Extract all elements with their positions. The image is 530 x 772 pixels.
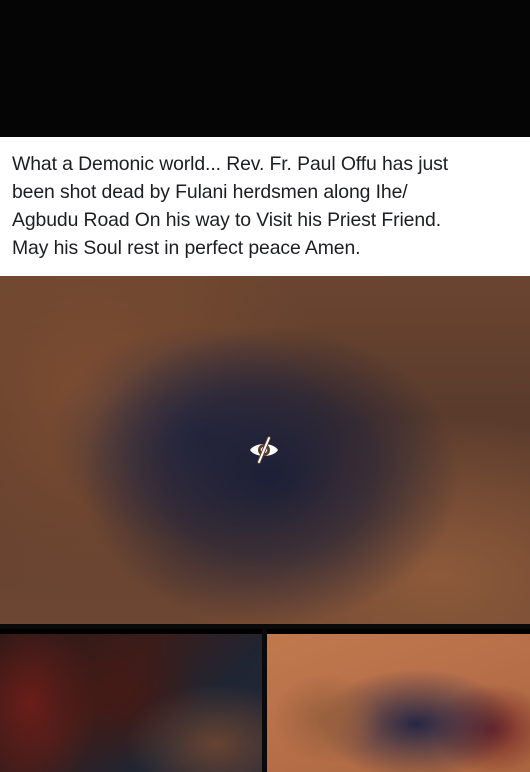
- thumbnail-left[interactable]: [0, 634, 262, 772]
- sensitive-content-photo[interactable]: [0, 276, 530, 629]
- thumbnail-right[interactable]: [267, 634, 530, 772]
- post-caption-line-2: been shot dead by Fulani herdsmen along …: [12, 181, 408, 203]
- post-caption-line-3: Agbudu Road On his way to Visit his Prie…: [12, 209, 441, 231]
- post-caption-line-4: May his Soul rest in perfect peace Amen.: [12, 237, 361, 259]
- post-caption-line-1: What a Demonic world... Rev. Fr. Paul Of…: [12, 153, 449, 175]
- top-black-bar: [0, 0, 530, 137]
- post-caption: What a Demonic world... Rev. Fr. Paul Of…: [0, 137, 530, 276]
- eye-slash-icon[interactable]: [247, 433, 281, 467]
